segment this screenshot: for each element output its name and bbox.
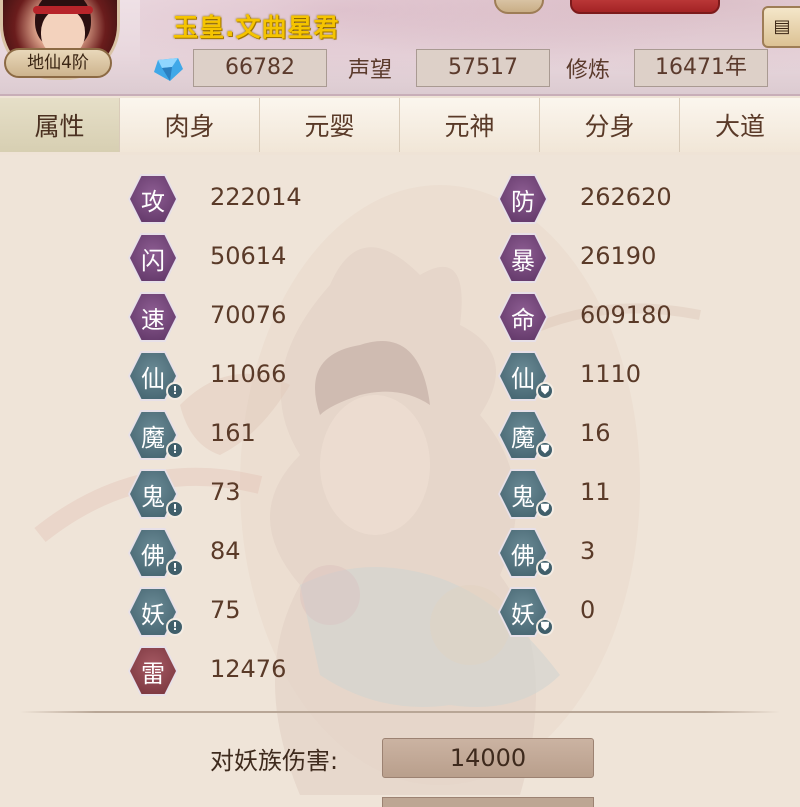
- tab-body[interactable]: 肉身: [120, 98, 260, 152]
- tab-primordial-spirit[interactable]: 元神: [400, 98, 540, 152]
- thunder-value: 12476: [210, 655, 287, 683]
- ghost-defense-value: 11: [580, 478, 611, 506]
- dodge-value: 50614: [210, 242, 287, 270]
- exclamation-badge-icon: !: [166, 382, 184, 400]
- shield-badge-icon: ⛊: [536, 559, 554, 577]
- tab-bar: 属性 肉身 元婴 元神 分身 大道: [0, 98, 800, 152]
- top-red-button[interactable]: [570, 0, 720, 14]
- attr-row-buddha-defense[interactable]: 佛 ⛊ 3: [498, 528, 800, 578]
- attr-row-defense: 防 262620: [498, 174, 800, 224]
- shield-badge-icon: ⛊: [536, 618, 554, 636]
- buddha-defense-value: 3: [580, 537, 596, 565]
- exclamation-badge-icon: !: [166, 500, 184, 518]
- attr-row-health: 命 609180: [498, 292, 800, 342]
- demon-defense-value: 16: [580, 419, 611, 447]
- attack-value: 222014: [210, 183, 302, 211]
- next-damage-value-box: [382, 797, 594, 807]
- avatar-headband: [33, 6, 93, 14]
- shield-badge-icon: ⛊: [536, 441, 554, 459]
- tab-avatar-clone[interactable]: 分身: [540, 98, 680, 152]
- attr-row-yao-defense[interactable]: 妖 ⛊ 0: [498, 587, 800, 637]
- cultivation-value: 16471年: [634, 49, 768, 87]
- yao-defense-value: 0: [580, 596, 596, 624]
- defense-value: 262620: [580, 183, 672, 211]
- exclamation-badge-icon: !: [166, 618, 184, 636]
- section-divider: [20, 711, 780, 713]
- critical-value: 26190: [580, 242, 657, 270]
- attr-row-speed: 速 70076: [128, 292, 430, 342]
- health-value: 609180: [580, 301, 672, 329]
- speed-value: 70076: [210, 301, 287, 329]
- rank-badge: 地仙4阶: [4, 48, 112, 78]
- attr-row-immortal-defense[interactable]: 仙 ⛊ 1110: [498, 351, 800, 401]
- player-header: 地仙4阶 玉皇.文曲星君 ▤ 66782 声望 57517 修炼 16471年: [0, 0, 800, 96]
- ghost-attack-value: 73: [210, 478, 241, 506]
- gem-count: 66782: [193, 49, 327, 87]
- player-name: 玉皇.文曲星君: [173, 13, 340, 42]
- yao-attack-value: 75: [210, 596, 241, 624]
- attr-row-buddha-attack[interactable]: 佛! 84: [128, 528, 430, 578]
- attr-row-ghost-defense[interactable]: 鬼 ⛊ 11: [498, 469, 800, 519]
- buddha-attack-value: 84: [210, 537, 241, 565]
- top-menu-button[interactable]: [494, 0, 544, 14]
- side-panel-icon: ▤: [773, 16, 791, 37]
- attribute-panel: 攻 222014 闪 50614 速 70076 仙! 11066 魔! 161…: [0, 155, 800, 807]
- shield-badge-icon: ⛊: [536, 500, 554, 518]
- immortal-defense-value: 1110: [580, 360, 642, 388]
- immortal-attack-value: 11066: [210, 360, 287, 388]
- reputation-label: 声望: [348, 58, 393, 83]
- tab-nascent-soul[interactable]: 元婴: [260, 98, 400, 152]
- cultivation-label: 修炼: [566, 58, 611, 83]
- exclamation-badge-icon: !: [166, 441, 184, 459]
- demon-damage-label: 对妖族伤害:: [210, 747, 339, 775]
- demon-attack-value: 161: [210, 419, 256, 447]
- exclamation-badge-icon: !: [166, 559, 184, 577]
- attr-row-demon-attack[interactable]: 魔! 161: [128, 410, 430, 460]
- shield-badge-icon: ⛊: [536, 382, 554, 400]
- attr-row-dodge: 闪 50614: [128, 233, 430, 283]
- attr-row-immortal-attack[interactable]: 仙! 11066: [128, 351, 430, 401]
- blue-gem-icon: [154, 58, 183, 81]
- tab-great-dao[interactable]: 大道: [680, 98, 800, 152]
- demon-damage-value: 14000: [382, 738, 594, 778]
- side-panel-button[interactable]: ▤: [762, 6, 800, 48]
- attr-row-attack: 攻 222014: [128, 174, 430, 224]
- attr-row-yao-attack[interactable]: 妖! 75: [128, 587, 430, 637]
- attr-row-demon-defense[interactable]: 魔 ⛊ 16: [498, 410, 800, 460]
- attr-row-thunder: 雷 12476: [128, 646, 430, 696]
- reputation-value: 57517: [416, 49, 550, 87]
- attr-row-critical: 暴 26190: [498, 233, 800, 283]
- attr-row-ghost-attack[interactable]: 鬼! 73: [128, 469, 430, 519]
- tab-attributes[interactable]: 属性: [0, 98, 120, 152]
